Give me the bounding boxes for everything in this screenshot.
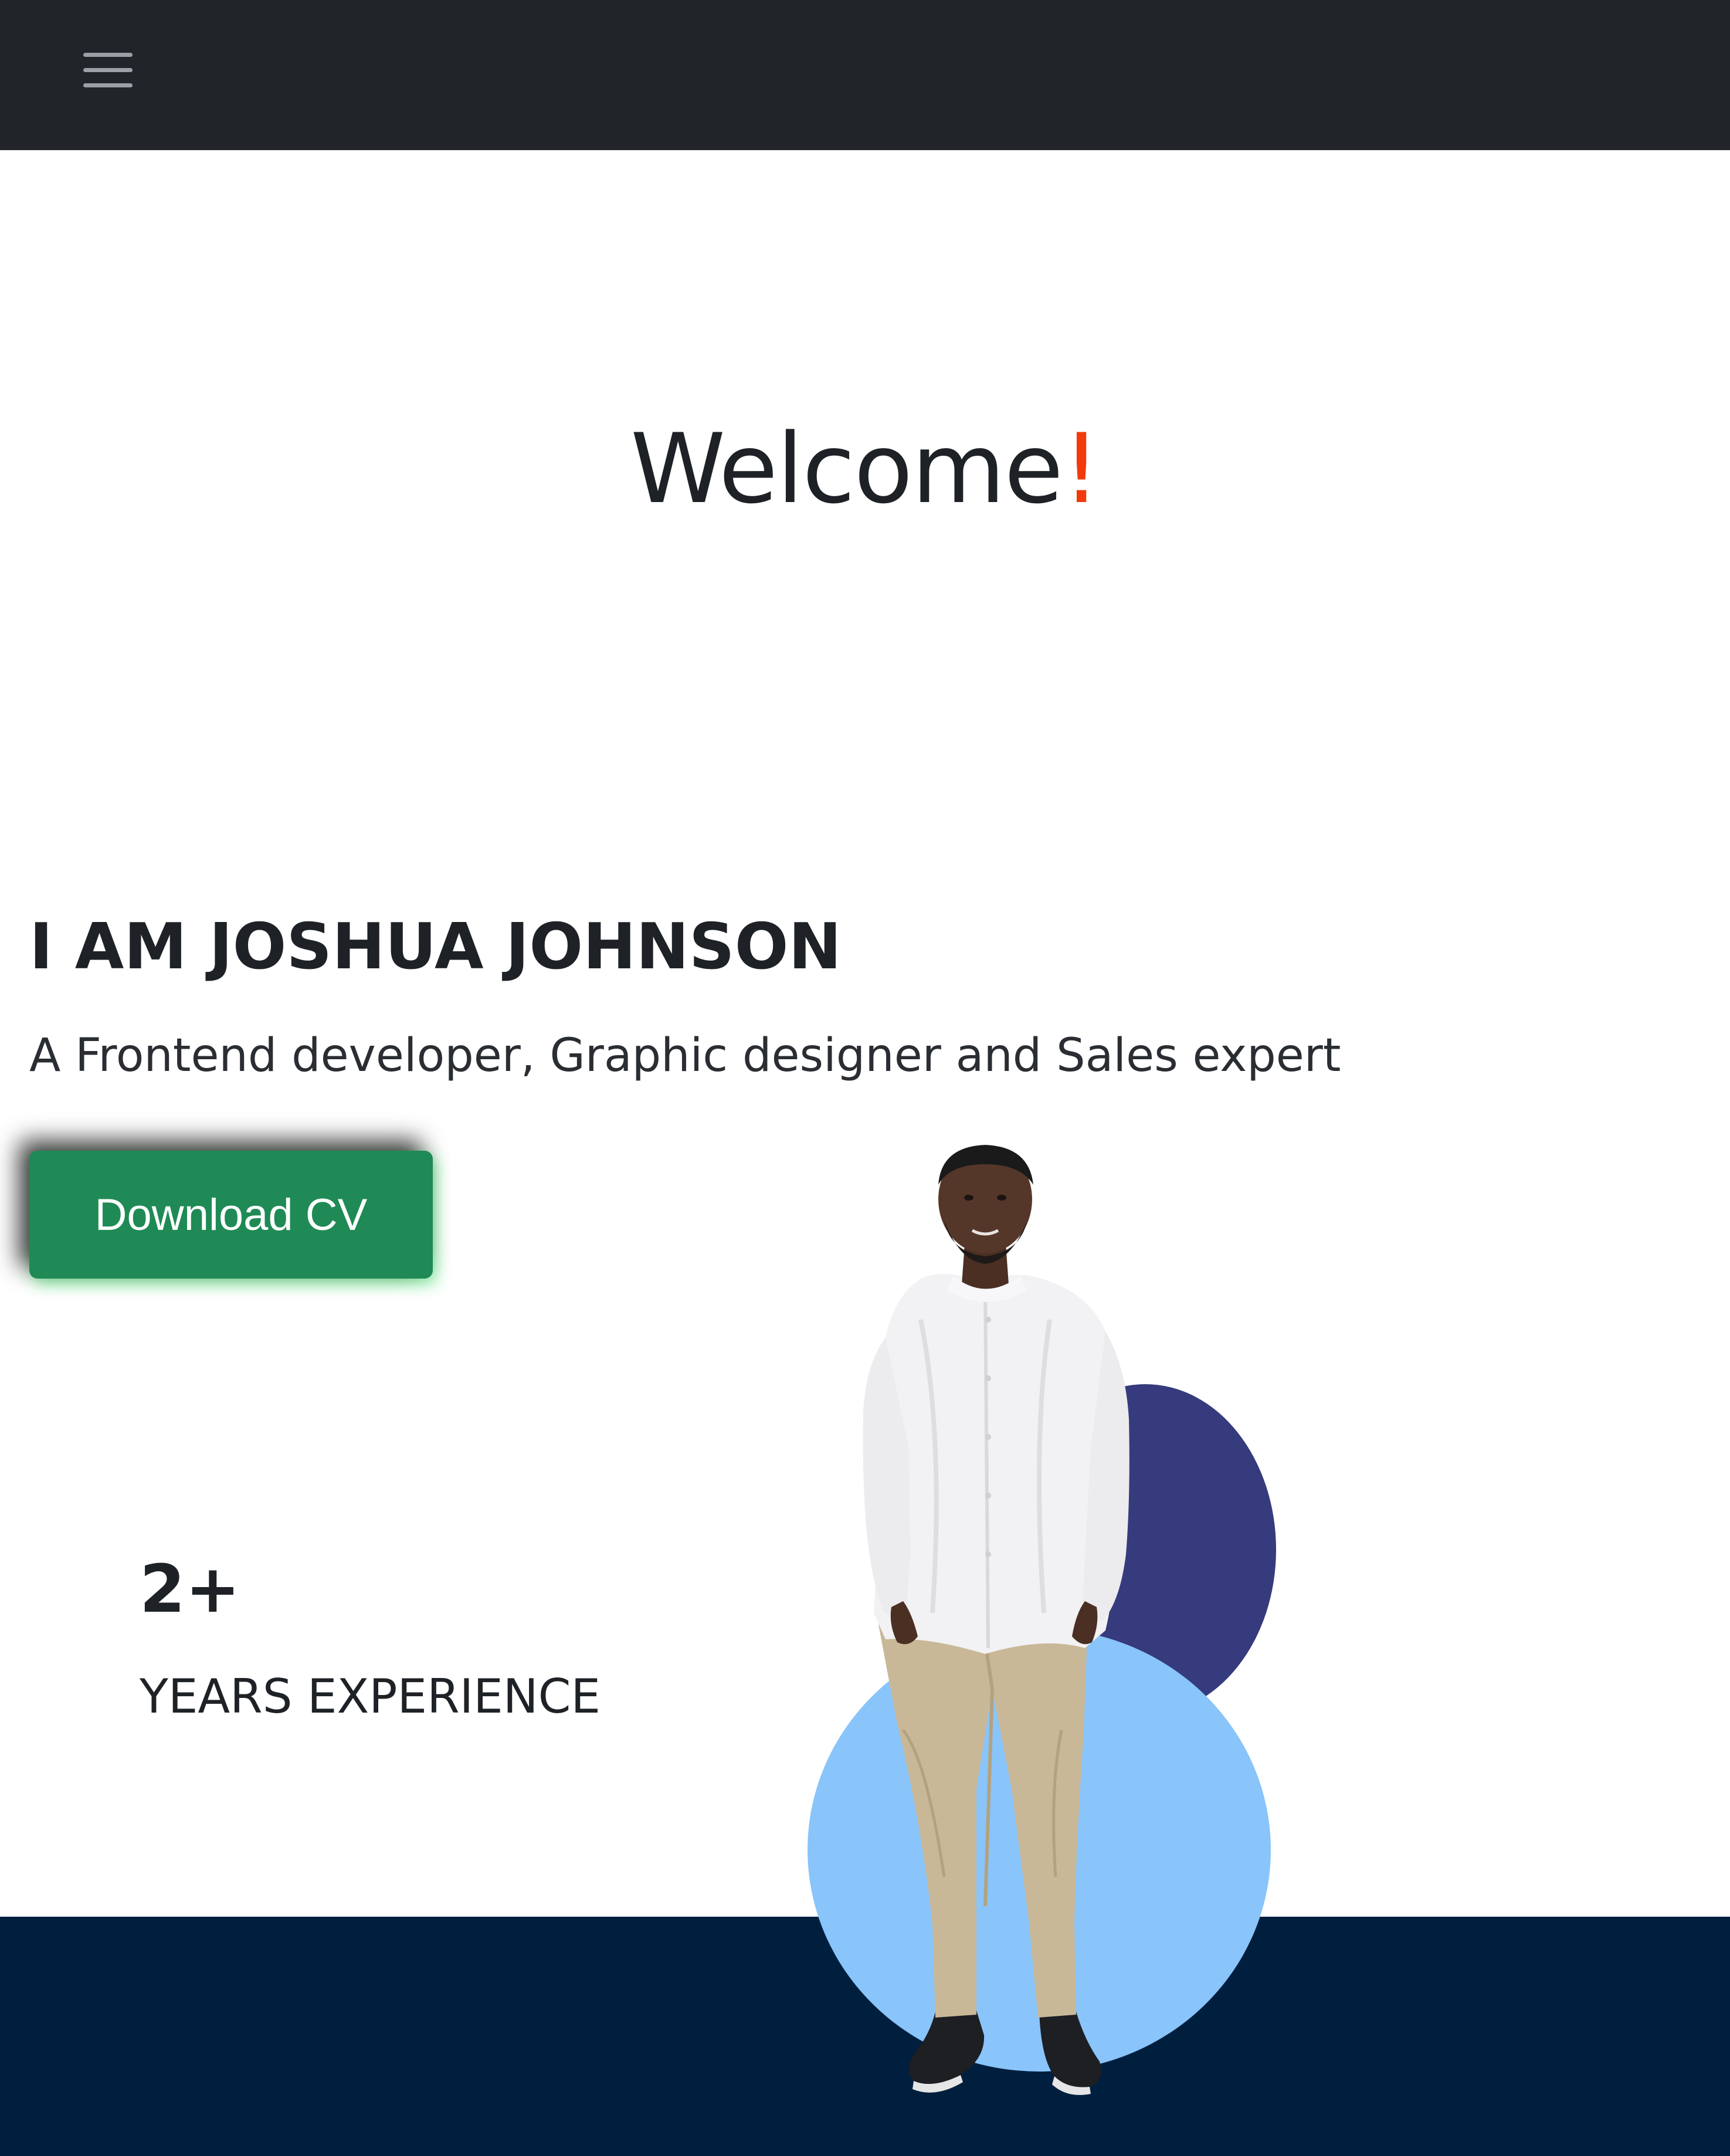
welcome-exclamation: ! (1062, 413, 1101, 525)
welcome-heading: Welcome! (0, 411, 1730, 528)
download-cv-button[interactable]: Download CV (29, 1151, 433, 1279)
name-heading: I AM JOSHUA JOHNSON (29, 910, 842, 984)
experience-label: YEARS EXPERIENCE (140, 1669, 601, 1724)
profile-photo (863, 1145, 1129, 2095)
welcome-text: Welcome (630, 413, 1063, 525)
top-navbar (0, 0, 1730, 150)
hamburger-line (83, 83, 133, 87)
hamburger-line (83, 68, 133, 72)
portfolio-page: Welcome! I AM JOSHUA JOHNSON A Frontend … (0, 0, 1730, 2156)
hamburger-line (83, 53, 133, 57)
tagline: A Frontend developer, Graphic designer a… (29, 1029, 1341, 1082)
experience-number: 2+ (140, 1551, 240, 1628)
hamburger-menu-icon[interactable] (81, 48, 135, 93)
